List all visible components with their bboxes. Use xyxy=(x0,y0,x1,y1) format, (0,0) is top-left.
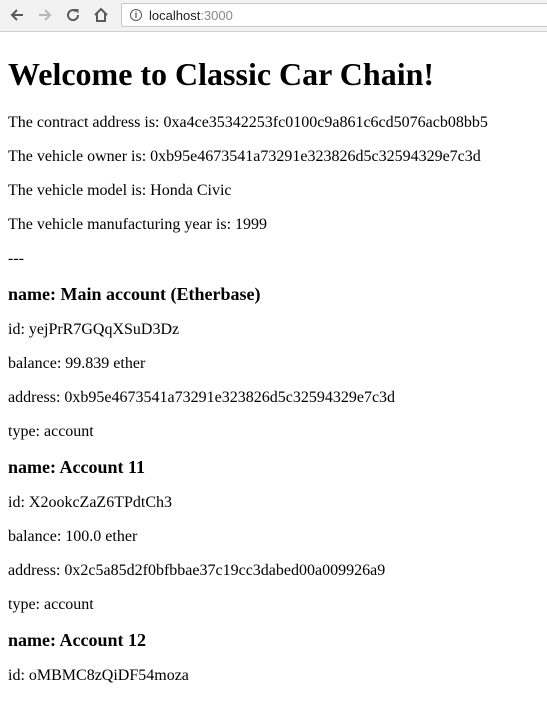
account-name: name: Account 12 xyxy=(8,630,146,650)
account-name: name: Main account (Etherbase) xyxy=(8,284,261,304)
page-content: Welcome to Classic Car Chain! The contra… xyxy=(8,32,543,701)
info-icon[interactable]: i xyxy=(130,9,142,21)
account-id: id: oMBMC8zQiDF54moza xyxy=(8,667,189,684)
home-button[interactable] xyxy=(90,4,112,26)
account-id: id: X2ookcZaZ6TPdtCh3 xyxy=(8,494,172,511)
address-bar[interactable]: i localhost:3000 xyxy=(121,3,547,27)
separator-text: --- xyxy=(8,250,24,267)
account-type: type: account xyxy=(8,423,94,440)
url-host: localhost xyxy=(149,8,201,23)
home-icon xyxy=(94,7,108,22)
vehicle-year-line: The vehicle manufacturing year is: 1999 xyxy=(8,216,268,233)
account-block: name: Account 12 id: oMBMC8zQiDF54moza xyxy=(8,630,543,685)
vehicle-model-line: The vehicle model is: Honda Civic xyxy=(8,182,232,199)
account-balance: balance: 100.0 ether xyxy=(8,528,138,545)
account-name: name: Account 11 xyxy=(8,457,145,477)
account-address: address: 0xb95e4673541a73291e323826d5c32… xyxy=(8,389,396,406)
account-address: address: 0x2c5a85d2f0bfbbae37c19cc3dabed… xyxy=(8,562,386,579)
browser-toolbar: i localhost:3000 xyxy=(0,0,547,32)
account-balance: balance: 99.839 ether xyxy=(8,355,146,372)
reload-button[interactable] xyxy=(62,4,84,26)
account-type: type: account xyxy=(8,596,94,613)
url-text: localhost:3000 xyxy=(149,8,233,23)
forward-arrow-icon xyxy=(39,9,52,21)
account-block: name: Account 11 id: X2ookcZaZ6TPdtCh3 b… xyxy=(8,457,543,614)
vehicle-owner-line: The vehicle owner is: 0xb95e4673541a7329… xyxy=(8,148,481,165)
account-id: id: yejPrR7GQqXSuD3Dz xyxy=(8,321,180,338)
account-block: name: Main account (Etherbase) id: yejPr… xyxy=(8,284,543,441)
reload-icon xyxy=(67,9,80,22)
contract-address-line: The contract address is: 0xa4ce35342253f… xyxy=(8,114,488,131)
back-arrow-icon xyxy=(10,9,23,21)
url-port: :3000 xyxy=(200,8,233,23)
page-title: Welcome to Classic Car Chain! xyxy=(8,56,435,92)
forward-button[interactable] xyxy=(34,4,56,26)
back-button[interactable] xyxy=(6,4,28,26)
